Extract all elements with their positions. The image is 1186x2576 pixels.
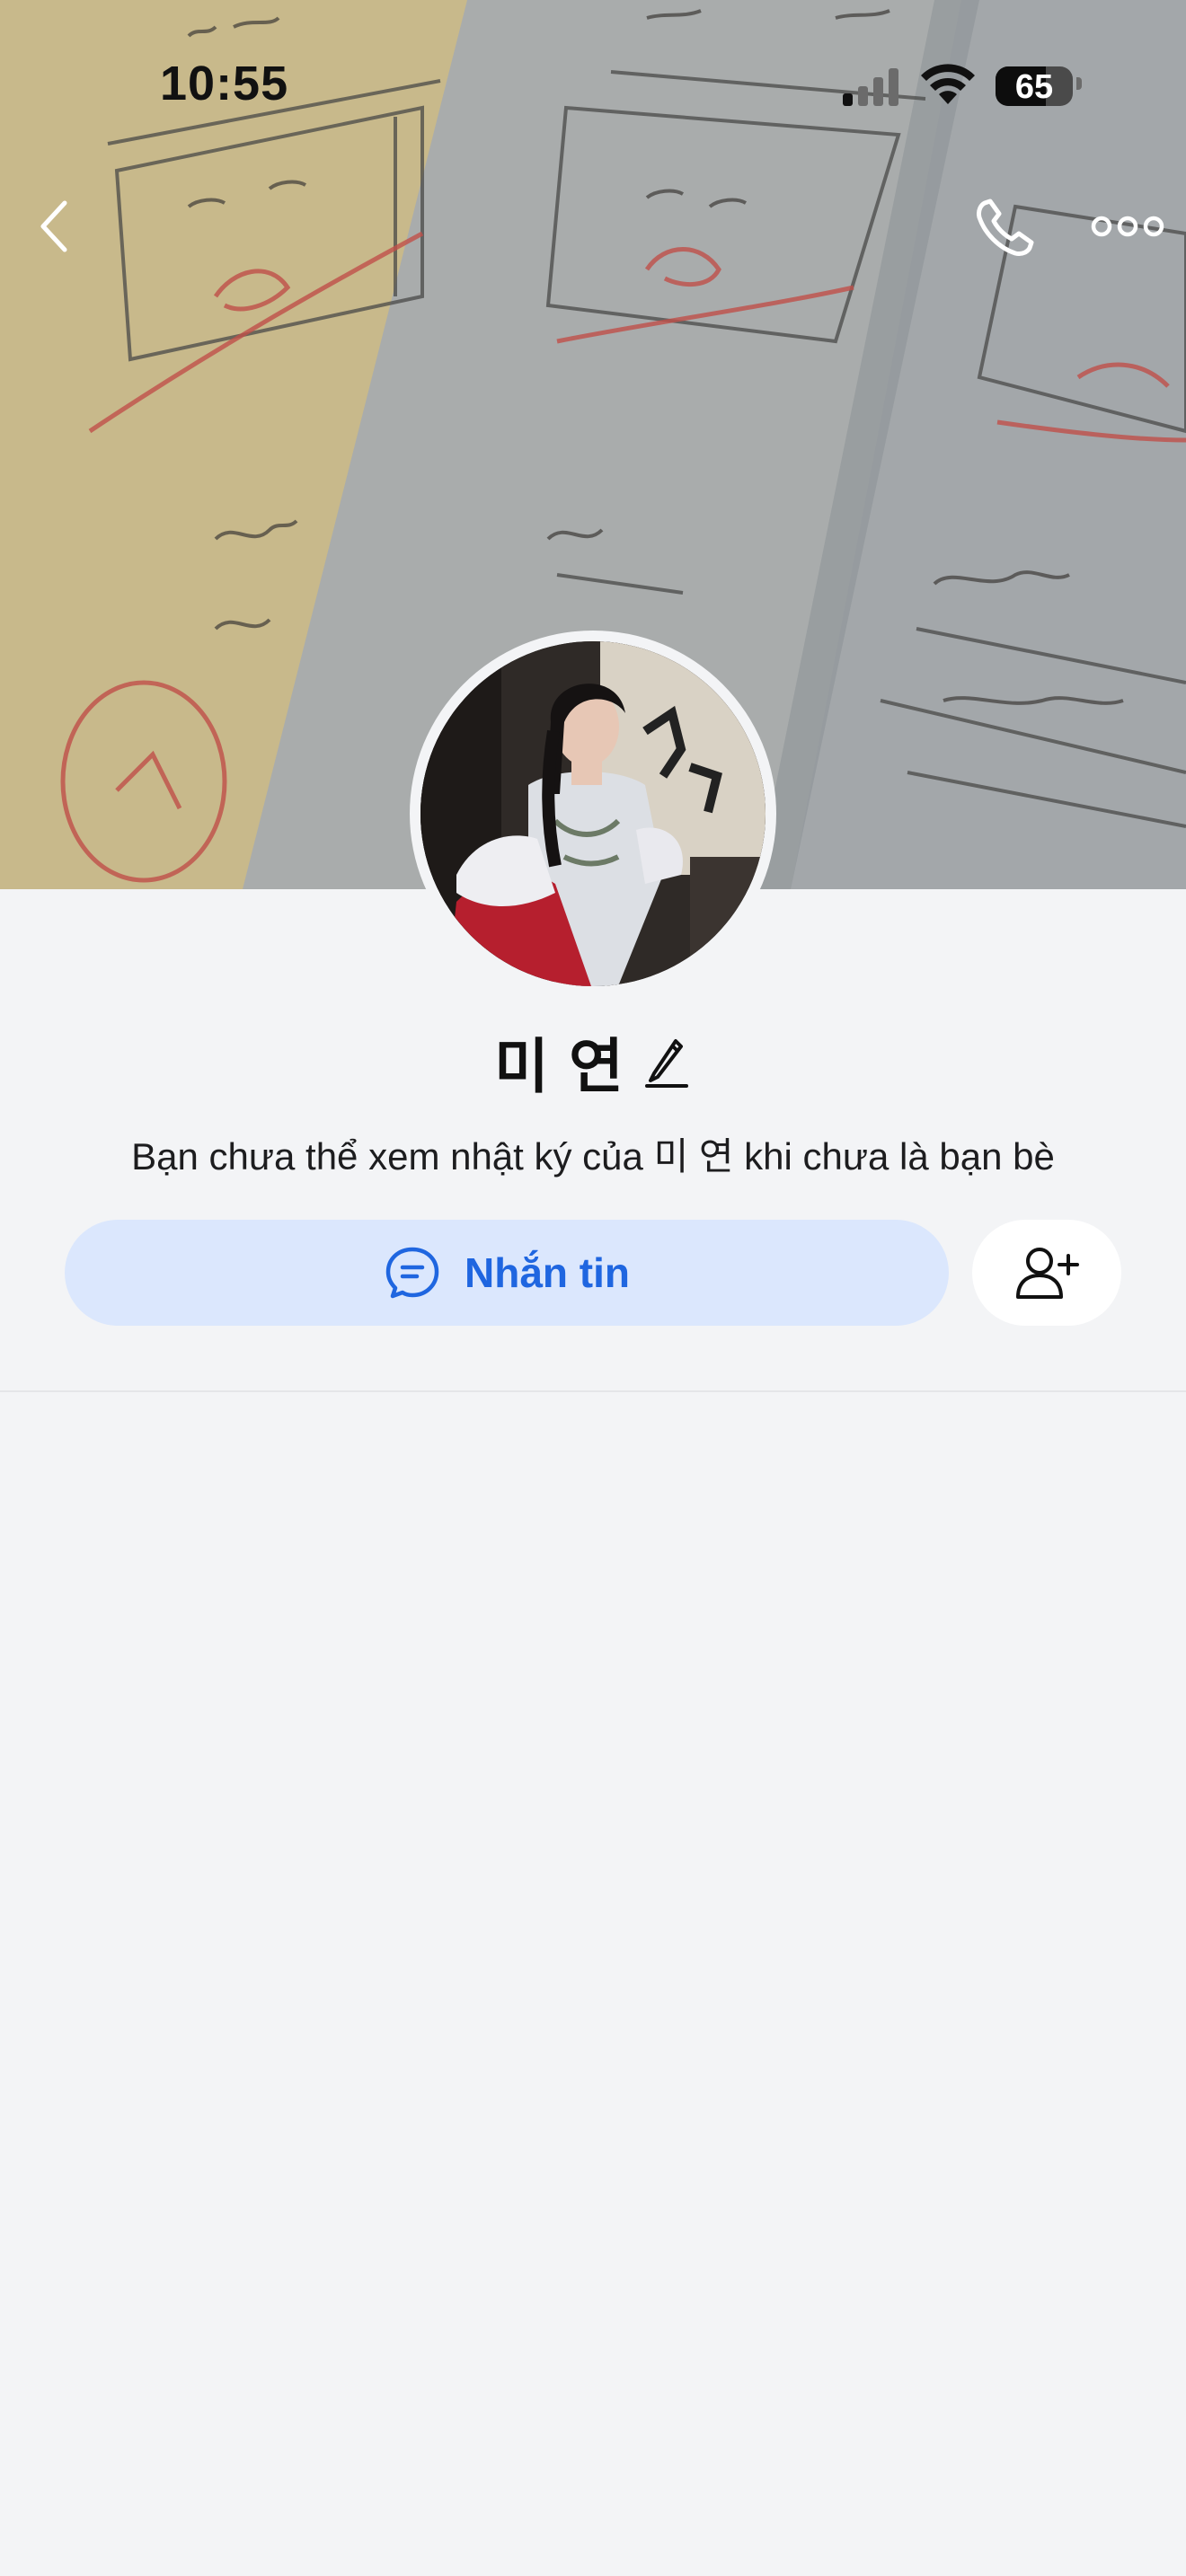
more-horizontal-icon <box>1091 216 1164 237</box>
cellular-signal-icon <box>843 68 898 106</box>
avatar[interactable] <box>410 631 776 997</box>
phone-icon <box>977 198 1034 256</box>
profile-page: 10:55 65 미 연 Bạn chưa thể xem nhật ký củ… <box>0 0 1186 2576</box>
profile-name: 미 연 <box>494 1033 625 1099</box>
pencil-icon[interactable] <box>642 1034 692 1090</box>
section-divider <box>0 1390 1186 1392</box>
profile-name-row: 미 연 <box>0 1019 1186 1105</box>
battery-cap <box>1076 77 1082 90</box>
add-friend-icon <box>1016 1248 1079 1299</box>
avatar-photo <box>420 641 766 986</box>
add-friend-button[interactable] <box>972 1220 1121 1326</box>
back-button[interactable] <box>25 192 83 260</box>
call-button[interactable] <box>972 196 1040 259</box>
battery-indicator: 65 <box>996 66 1073 106</box>
wifi-icon <box>921 64 975 104</box>
privacy-note: Bạn chưa thể xem nhật ký của 미 연 khi chư… <box>131 1135 1055 1178</box>
more-button[interactable] <box>1089 203 1166 250</box>
battery-level: 65 <box>1014 68 1054 106</box>
message-button[interactable]: Nhắn tin <box>65 1220 949 1326</box>
avatar-photo-art <box>420 641 766 986</box>
chat-bubble-icon <box>385 1247 439 1299</box>
message-button-label: Nhắn tin <box>465 1249 630 1296</box>
chevron-left-icon <box>40 200 67 252</box>
status-time: 10:55 <box>160 57 289 110</box>
